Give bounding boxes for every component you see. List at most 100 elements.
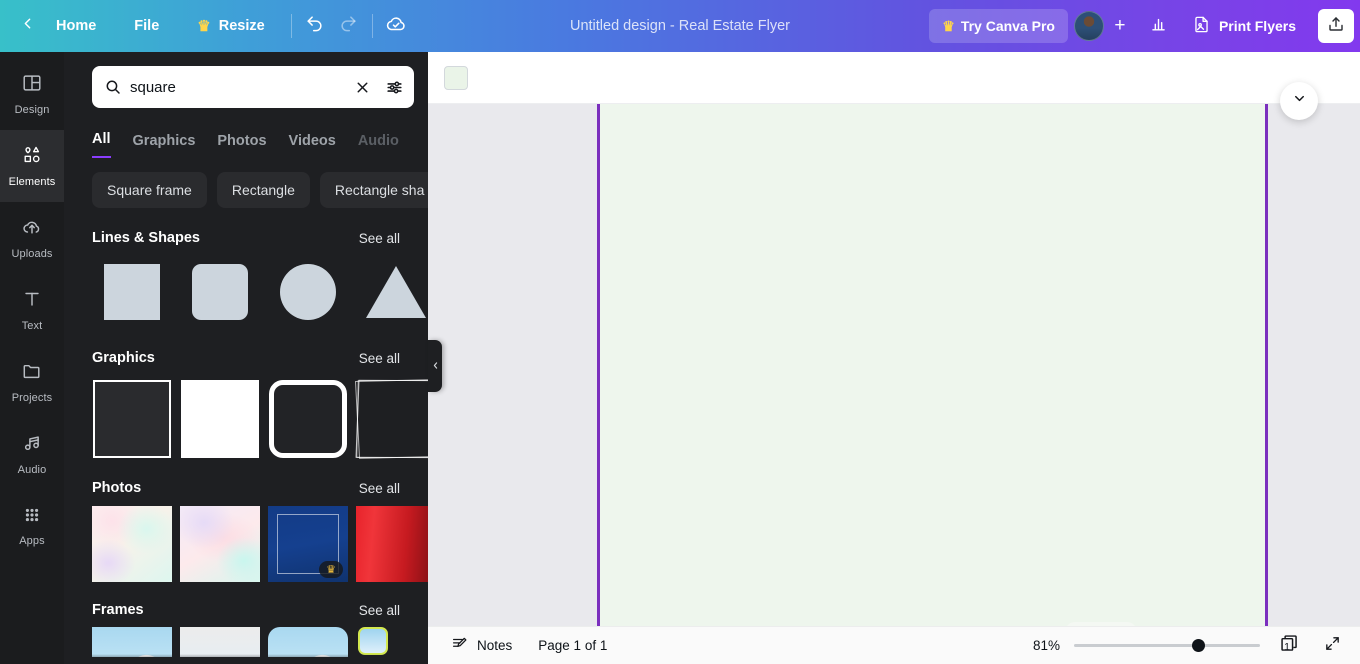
resize-button[interactable]: ♛ Resize [185,9,276,43]
filter-sliders-icon[interactable] [385,78,404,97]
design-layout-icon [21,72,43,99]
home-button[interactable]: Home [44,9,108,43]
graphic-rounded-square-outline[interactable] [268,376,348,462]
crown-icon: ♛ [326,564,336,576]
tab-photos[interactable]: Photos [217,133,266,158]
sidebar-item-apps[interactable]: Apps [0,490,64,562]
tab-audio[interactable]: Audio [358,133,399,158]
avatar[interactable] [1073,11,1104,41]
photo-pastel-gradient-1[interactable] [92,506,172,582]
zoom-slider[interactable] [1074,639,1260,653]
shape-rounded-square[interactable] [180,256,260,328]
elements-shapes-icon [21,144,43,171]
zoom-slider-track [1074,644,1260,647]
file-menu-button[interactable]: File [122,9,171,43]
graphic-square-filled[interactable] [180,376,260,462]
frame-sky-2[interactable] [180,627,260,657]
section-title: Frames [92,602,144,618]
see-all-photos[interactable]: See all [359,481,400,496]
see-all-frames[interactable]: See all [359,603,400,618]
pro-crown-badge: ♛ [319,561,343,578]
shape-square[interactable] [92,256,172,328]
top-toolbar: Home File ♛ Resize Untitled design - Rea… [0,0,1360,52]
search-box[interactable] [92,66,414,108]
zoom-controls: 81% 1 [1026,632,1346,660]
tab-graphics[interactable]: Graphics [133,133,196,158]
print-flyers-button[interactable]: Print Flyers [1180,9,1308,43]
sidebar-item-label: Apps [19,535,45,547]
search-icon [104,78,122,96]
suggestion-chips: Square frame Rectangle Rectangle sha [64,172,428,208]
sidebar-item-label: Design [14,104,50,116]
tab-all[interactable]: All [92,131,111,158]
sidebar-item-elements[interactable]: Elements [0,130,64,202]
fullscreen-expand-button[interactable] [1318,632,1346,660]
redo-button[interactable] [332,9,366,43]
undo-button[interactable] [298,9,332,43]
crown-icon: ♛ [197,17,211,35]
insights-button[interactable] [1142,9,1176,43]
panel-collapse-handle[interactable] [428,340,442,392]
chip-rectangle[interactable]: Rectangle [216,172,310,208]
design-page[interactable] [598,104,1266,636]
sidebar-item-label: Audio [17,464,47,476]
sidebar-item-design[interactable]: Design [0,58,64,130]
back-button[interactable] [10,9,44,43]
frames-row [64,627,428,657]
chip-rectangle-shape[interactable]: Rectangle sha [319,172,428,208]
toolbar-divider-2 [371,14,373,38]
sidebar-item-uploads[interactable]: Uploads [0,202,64,274]
collaborators-group[interactable]: + [1072,9,1138,43]
add-collaborator-button[interactable]: + [1106,12,1134,40]
try-canva-pro-button[interactable]: ♛ Try Canva Pro [929,9,1068,43]
notes-button[interactable]: Notes [442,632,521,660]
shape-circle[interactable] [268,256,348,328]
photo-blue-square[interactable]: ♛ [268,506,348,582]
sidebar-item-audio[interactable]: Audio [0,418,64,490]
pages-count-label: 1 [1284,640,1290,653]
print-label: Print Flyers [1218,18,1296,34]
graphic-sketchy-square[interactable] [354,376,428,462]
context-toolbar [428,52,1360,104]
chip-square-frame[interactable]: Square frame [92,172,207,208]
section-title: Photos [92,480,142,496]
print-document-icon [1192,15,1211,37]
page-indicator[interactable]: Page 1 of 1 [529,638,616,653]
editor-area [428,52,1360,664]
resize-label: Resize [218,18,265,34]
sidebar-item-label: Text [21,320,43,332]
frame-sky-small[interactable] [356,627,428,657]
shape-triangle-up[interactable] [356,256,428,328]
pages-view-button[interactable]: 1 [1274,632,1304,660]
zoom-level-label[interactable]: 81% [1026,638,1060,653]
page-color-swatch[interactable] [444,65,468,90]
search-input[interactable] [130,78,346,96]
sidebar-item-projects[interactable]: Projects [0,346,64,418]
folder-icon [21,360,43,387]
canvas-side-fab-button[interactable] [1280,82,1318,120]
left-sidebar-rail: Design Elements Uploads Text Projects Au… [0,52,64,664]
graphic-square-outline[interactable] [92,376,172,462]
redo-icon [339,14,358,38]
apps-grid-icon [22,505,42,530]
zoom-slider-knob[interactable] [1192,639,1205,652]
canvas-scroll-area[interactable] [428,104,1360,636]
tab-videos[interactable]: Videos [289,133,336,158]
photo-red-gradient[interactable] [356,506,428,582]
see-all-lines-shapes[interactable]: See all [359,231,400,246]
clear-search-button[interactable] [354,79,371,96]
section-header-graphics: Graphics See all [64,350,428,366]
crown-icon: ♛ [942,18,955,34]
section-header-photos: Photos See all [64,480,428,496]
see-all-graphics[interactable]: See all [359,351,400,366]
photo-pastel-gradient-2[interactable] [180,506,260,582]
frame-sky-rounded[interactable] [268,627,348,657]
share-button[interactable] [1318,9,1354,43]
frame-sky-1[interactable] [92,627,172,657]
canva-editor-window: Home File ♛ Resize Untitled design - Rea… [0,0,1360,664]
chevron-down-icon [1292,91,1307,111]
sidebar-item-text[interactable]: Text [0,274,64,346]
elements-panel: All Graphics Photos Videos Audio Square … [64,52,428,664]
cloud-saved-button[interactable] [379,9,413,43]
section-header-lines-shapes: Lines & Shapes See all [64,230,428,246]
